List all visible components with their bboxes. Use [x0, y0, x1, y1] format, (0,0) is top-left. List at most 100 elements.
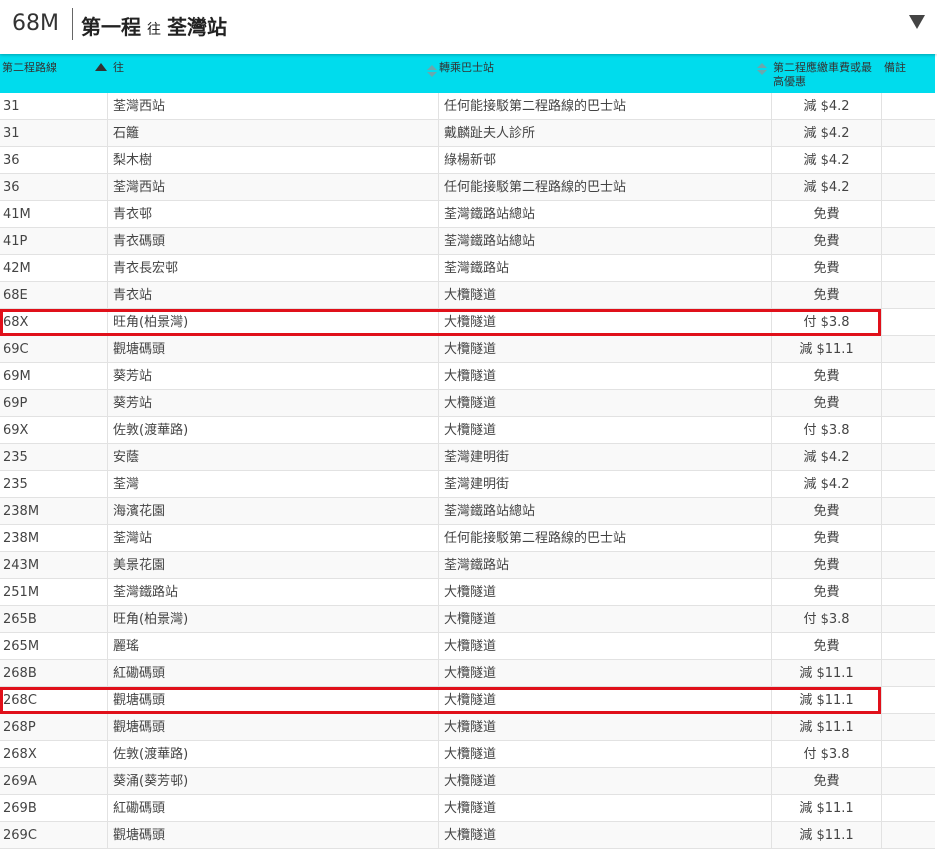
fare-cell: 減 $11.1	[771, 336, 881, 363]
table-row[interactable]: 265M 麗瑤 大欖隧道 免費	[0, 633, 935, 660]
route-header: 68M 第一程往荃灣站	[0, 0, 937, 54]
transfer-stop-cell: 綠楊新邨	[438, 147, 771, 174]
destination-cell: 旺角(柏景灣)	[107, 606, 438, 633]
transfer-table-body: 31 荃灣西站 任何能接駁第二程路線的巴士站減 $4.2 31 石籬 戴麟趾夫人診所減 $…	[0, 93, 935, 849]
destination-cell: 觀塘碼頭	[107, 336, 438, 363]
transfer-stop-cell: 荃灣鐵路站總站	[438, 228, 771, 255]
destination-cell: 荃灣站	[107, 525, 438, 552]
note-cell	[881, 390, 935, 417]
table-row[interactable]: 235 荃灣 荃灣建明街減 $4.2	[0, 471, 935, 498]
column-header-fare[interactable]: 第二程應繳車費或最高優惠	[757, 61, 875, 89]
route-cell: 243M	[3, 558, 40, 573]
table-row[interactable]: 69M 葵芳站 大欖隧道 免費	[0, 363, 935, 390]
fare-cell: 免費	[771, 768, 881, 795]
note-cell	[881, 822, 935, 849]
route-cell: 251M	[3, 585, 40, 600]
table-row[interactable]: 235 安蔭 荃灣建明街減 $4.2	[0, 444, 935, 471]
column-header-note[interactable]: 備註	[884, 61, 906, 75]
route-cell: 238M	[3, 504, 40, 519]
note-cell	[881, 579, 935, 606]
table-row[interactable]: 41P 青衣碼頭 荃灣鐵路站總站 免費	[0, 228, 935, 255]
table-row[interactable]: 268B 紅磡碼頭 大欖隧道減 $11.1	[0, 660, 935, 687]
table-row[interactable]: 238M 荃灣站 任何能接駁第二程路線的巴士站 免費	[0, 525, 935, 552]
fare-cell: 減 $11.1	[771, 795, 881, 822]
table-row[interactable]: 69X 佐敦(渡華路) 大欖隧道付 $3.8	[0, 417, 935, 444]
column-header-stop[interactable]: 轉乘巴士站	[427, 61, 494, 77]
fare-cell: 減 $4.2	[771, 444, 881, 471]
note-cell	[881, 363, 935, 390]
transfer-stop-cell: 大欖隧道	[438, 714, 771, 741]
destination-cell: 青衣長宏邨	[107, 255, 438, 282]
column-header-destination-label: 往	[113, 61, 124, 74]
table-row[interactable]: 31 荃灣西站 任何能接駁第二程路線的巴士站減 $4.2	[0, 93, 935, 120]
destination-cell: 梨木樹	[107, 147, 438, 174]
route-cell: 268P	[3, 720, 36, 735]
transfer-stop-cell: 戴麟趾夫人診所	[438, 120, 771, 147]
destination-cell: 青衣站	[107, 282, 438, 309]
table-row[interactable]: 268C 觀塘碼頭 大欖隧道減 $11.1	[0, 687, 935, 714]
table-row[interactable]: 268X 佐敦(渡華路) 大欖隧道付 $3.8	[0, 741, 935, 768]
transfer-stop-cell: 大欖隧道	[438, 336, 771, 363]
fare-cell: 減 $4.2	[771, 120, 881, 147]
route-cell: 265B	[3, 612, 37, 627]
table-row[interactable]: 68X 旺角(柏景灣) 大欖隧道付 $3.8	[0, 309, 935, 336]
transfer-stop-cell: 大欖隧道	[438, 633, 771, 660]
table-row[interactable]: 31 石籬 戴麟趾夫人診所減 $4.2	[0, 120, 935, 147]
transfer-stop-cell: 大欖隧道	[438, 282, 771, 309]
table-row[interactable]: 265B 旺角(柏景灣) 大欖隧道付 $3.8	[0, 606, 935, 633]
fare-cell: 免費	[771, 633, 881, 660]
route-cell: 69P	[3, 396, 28, 411]
page-title: 第一程往荃灣站	[81, 11, 227, 40]
table-row[interactable]: 41M 青衣邨 荃灣鐵路站總站 免費	[0, 201, 935, 228]
column-header-destination[interactable]: 往	[95, 61, 124, 75]
fare-cell: 免費	[771, 552, 881, 579]
table-row[interactable]: 69C 觀塘碼頭 大欖隧道減 $11.1	[0, 336, 935, 363]
note-cell	[881, 93, 935, 120]
table-row[interactable]: 36 梨木樹 綠楊新邨減 $4.2	[0, 147, 935, 174]
fare-cell: 免費	[771, 228, 881, 255]
table-row[interactable]: 269C 觀塘碼頭 大欖隧道減 $11.1	[0, 822, 935, 849]
table-row[interactable]: 36 荃灣西站 任何能接駁第二程路線的巴士站減 $4.2	[0, 174, 935, 201]
transfer-stop-cell: 大欖隧道	[438, 768, 771, 795]
note-cell	[881, 606, 935, 633]
fare-cell: 減 $11.1	[771, 714, 881, 741]
route-cell: 268C	[3, 693, 37, 708]
fare-cell: 免費	[771, 498, 881, 525]
route-cell: 235	[3, 450, 28, 465]
route-cell: 36	[3, 153, 20, 168]
route-cell: 268X	[3, 747, 37, 762]
note-cell	[881, 687, 935, 714]
note-cell	[881, 444, 935, 471]
table-row[interactable]: 42M 青衣長宏邨 荃灣鐵路站 免費	[0, 255, 935, 282]
destination-cell: 荃灣	[107, 471, 438, 498]
transfer-stop-cell: 大欖隧道	[438, 606, 771, 633]
fare-cell: 減 $4.2	[771, 471, 881, 498]
note-cell	[881, 255, 935, 282]
transfer-stop-cell: 大欖隧道	[438, 822, 771, 849]
note-cell	[881, 714, 935, 741]
table-row[interactable]: 269B 紅磡碼頭 大欖隧道減 $11.1	[0, 795, 935, 822]
table-row[interactable]: 238M 海濱花園 荃灣鐵路站總站 免費	[0, 498, 935, 525]
fare-cell: 免費	[771, 390, 881, 417]
table-row[interactable]: 69P 葵芳站 大欖隧道 免費	[0, 390, 935, 417]
note-cell	[881, 417, 935, 444]
table-row[interactable]: 243M 美景花園 荃灣鐵路站 免費	[0, 552, 935, 579]
table-row[interactable]: 269A 葵涌(葵芳邨) 大欖隧道 免費	[0, 768, 935, 795]
column-header-route[interactable]: 第二程路線	[2, 61, 57, 75]
table-row[interactable]: 268P 觀塘碼頭 大欖隧道減 $11.1	[0, 714, 935, 741]
destination-cell: 葵涌(葵芳邨)	[107, 768, 438, 795]
table-row[interactable]: 251M 荃灣鐵路站 大欖隧道 免費	[0, 579, 935, 606]
transfer-stop-cell: 任何能接駁第二程路線的巴士站	[438, 93, 771, 120]
dropdown-arrow-icon[interactable]	[909, 15, 925, 29]
fare-cell: 付 $3.8	[771, 417, 881, 444]
transfer-stop-cell: 大欖隧道	[438, 660, 771, 687]
transfer-stop-cell: 任何能接駁第二程路線的巴士站	[438, 174, 771, 201]
destination-cell: 荃灣西站	[107, 174, 438, 201]
fare-cell: 免費	[771, 525, 881, 552]
note-cell	[881, 795, 935, 822]
table-row[interactable]: 68E 青衣站 大欖隧道 免費	[0, 282, 935, 309]
transfer-stop-cell: 大欖隧道	[438, 363, 771, 390]
table-header: 第二程路線 往 轉乘巴士站 第二程應繳車費或最高優惠 備註	[0, 54, 935, 93]
sort-ascending-icon[interactable]	[95, 63, 107, 71]
route-cell: 36	[3, 180, 20, 195]
